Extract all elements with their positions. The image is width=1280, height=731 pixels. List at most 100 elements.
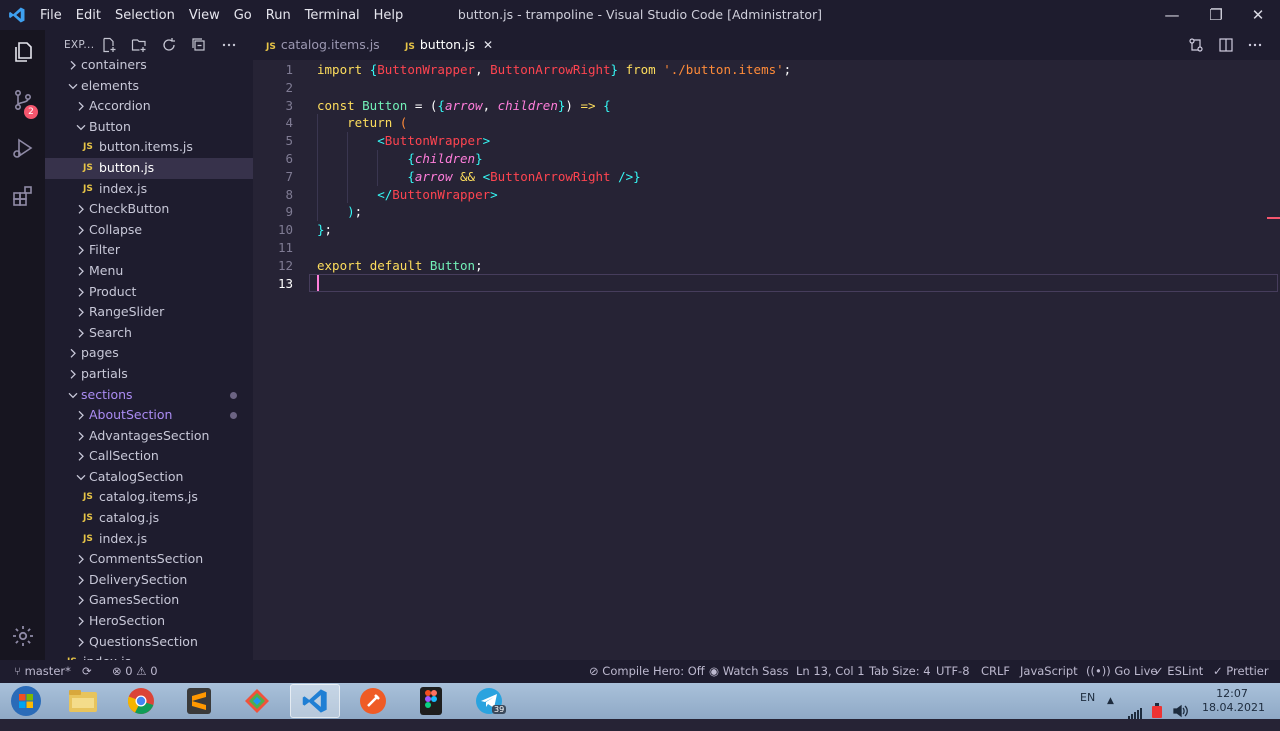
folder-item[interactable]: containers: [45, 55, 253, 76]
folder-item[interactable]: elements: [45, 76, 253, 97]
menu-edit[interactable]: Edit: [76, 8, 101, 23]
menu-run[interactable]: Run: [266, 8, 291, 23]
folder-item[interactable]: Collapse: [45, 220, 253, 241]
file-item[interactable]: JS index.js: [45, 529, 253, 550]
tree-item-label: CheckButton: [89, 201, 170, 217]
code-token: }: [610, 62, 619, 77]
figma-app[interactable]: [406, 684, 456, 718]
cursor-position[interactable]: Ln 13, Col 1: [796, 660, 865, 683]
settings-activity[interactable]: [0, 614, 45, 658]
menu-go[interactable]: Go: [234, 8, 252, 23]
maximize-button[interactable]: ❐: [1194, 0, 1238, 30]
folder-item[interactable]: Search: [45, 323, 253, 344]
code-token: ,: [482, 97, 498, 113]
folder-item[interactable]: partials: [45, 364, 253, 385]
compare-changes-icon[interactable]: [1188, 37, 1204, 53]
telegram-app[interactable]: 39: [464, 684, 514, 718]
folder-item[interactable]: AdvantagesSection: [45, 426, 253, 447]
folder-item[interactable]: AboutSection: [45, 405, 253, 426]
volume-icon[interactable]: [1172, 693, 1188, 729]
clock[interactable]: 12:07 18.04.2021: [1202, 687, 1265, 723]
folder-item[interactable]: Product: [45, 282, 253, 303]
prettier-status[interactable]: ✓ Prettier: [1213, 660, 1269, 683]
refresh-icon[interactable]: [161, 37, 177, 53]
go-live-status[interactable]: ((•)) Go Live: [1086, 660, 1157, 683]
watch-sass-status[interactable]: ◉ Watch Sass: [709, 660, 789, 683]
folder-item[interactable]: QuestionsSection: [45, 632, 253, 653]
folder-item[interactable]: CommentsSection: [45, 549, 253, 570]
folder-item[interactable]: CheckButton: [45, 199, 253, 220]
menu-terminal[interactable]: Terminal: [305, 8, 360, 23]
folder-item[interactable]: Menu: [45, 261, 253, 282]
menu-selection[interactable]: Selection: [115, 8, 175, 23]
new-folder-icon[interactable]: [131, 37, 147, 53]
js-file-icon: JS: [67, 652, 77, 660]
network-icon[interactable]: [1128, 695, 1142, 731]
file-item[interactable]: JS catalog.items.js: [45, 487, 253, 508]
language-indicator[interactable]: EN: [1080, 683, 1095, 719]
folder-item[interactable]: HeroSection: [45, 611, 253, 632]
postman-app[interactable]: [348, 684, 398, 718]
menu-help[interactable]: Help: [374, 8, 404, 23]
code-editor[interactable]: 1 2 3 4 5 6 7 8 9 10 11 12 13 import {ButtonWrapper,…: [253, 60, 1280, 660]
explorer-activity[interactable]: [0, 30, 45, 74]
minimize-button[interactable]: —: [1150, 0, 1194, 30]
collapse-all-icon[interactable]: [191, 37, 207, 53]
file-item[interactable]: JS index.js: [45, 179, 253, 200]
file-explorer-app[interactable]: [58, 684, 108, 718]
file-tree: containers elements Accordion Button JS butto…: [45, 55, 253, 660]
tab-button-js[interactable]: JS button.js ✕: [405, 30, 513, 60]
run-debug-activity[interactable]: [0, 126, 45, 170]
tab-size[interactable]: Tab Size: 4: [869, 660, 931, 683]
folder-item[interactable]: DeliverySection: [45, 570, 253, 591]
code-token: &&: [460, 168, 476, 184]
problems-indicator[interactable]: ⊗ 0 ⚠ 0: [112, 660, 158, 683]
folder-item[interactable]: Filter: [45, 240, 253, 261]
power-icon[interactable]: [1150, 693, 1164, 729]
menu-file[interactable]: File: [40, 8, 62, 23]
eslint-status[interactable]: ✓ ESLint: [1154, 660, 1203, 683]
chevron-right-icon: [78, 575, 84, 585]
folder-item[interactable]: Accordion: [45, 96, 253, 117]
folder-item[interactable]: Button: [45, 117, 253, 138]
chrome-app[interactable]: [116, 684, 166, 718]
menu-view[interactable]: View: [189, 8, 220, 23]
file-item[interactable]: JS button.js: [45, 157, 253, 179]
folder-item[interactable]: RangeSlider: [45, 302, 253, 323]
broadcast-icon: ((•)): [1086, 664, 1111, 678]
extensions-activity[interactable]: [0, 174, 45, 218]
code-token: import: [317, 62, 370, 77]
split-editor-icon[interactable]: [1218, 37, 1234, 53]
compile-hero-icon: ⊘: [589, 664, 599, 678]
file-item[interactable]: JS button.items.js: [45, 137, 253, 158]
folder-item[interactable]: sections: [45, 385, 253, 406]
tray-arrow-icon[interactable]: ▲: [1107, 683, 1114, 719]
branch-indicator[interactable]: ⑂ master*: [14, 660, 71, 683]
vscode-app[interactable]: [290, 684, 340, 718]
start-orb-button[interactable]: [0, 684, 52, 718]
sync-icon[interactable]: ⟳: [82, 660, 92, 683]
folder-item[interactable]: GamesSection: [45, 590, 253, 611]
close-window-button[interactable]: ✕: [1236, 0, 1280, 30]
tree-item-label: Product: [89, 283, 137, 299]
sourcetree-app[interactable]: [232, 684, 282, 718]
file-item[interactable]: JS index.js: [45, 652, 253, 660]
tab-close-icon[interactable]: ✕: [483, 30, 493, 60]
tab-catalog-items[interactable]: JS catalog.items.js: [266, 30, 380, 60]
editor-tabs: JS catalog.items.js JS button.js ✕: [253, 30, 1280, 60]
more-actions-icon[interactable]: [221, 37, 237, 53]
encoding[interactable]: UTF-8: [936, 660, 970, 683]
file-item[interactable]: JS catalog.js: [45, 508, 253, 529]
source-control-activity[interactable]: 2: [0, 78, 45, 122]
end-of-line[interactable]: CRLF: [981, 660, 1010, 683]
new-file-icon[interactable]: [101, 37, 117, 53]
compile-hero-status[interactable]: ⊘ Compile Hero: Off: [589, 660, 705, 683]
more-editor-actions-icon[interactable]: [1247, 37, 1263, 53]
language-mode[interactable]: JavaScript: [1020, 660, 1078, 683]
folder-item[interactable]: pages: [45, 343, 253, 364]
folder-item[interactable]: CallSection: [45, 446, 253, 467]
folder-item[interactable]: CatalogSection: [45, 467, 253, 488]
sublime-text-app[interactable]: [174, 684, 224, 718]
